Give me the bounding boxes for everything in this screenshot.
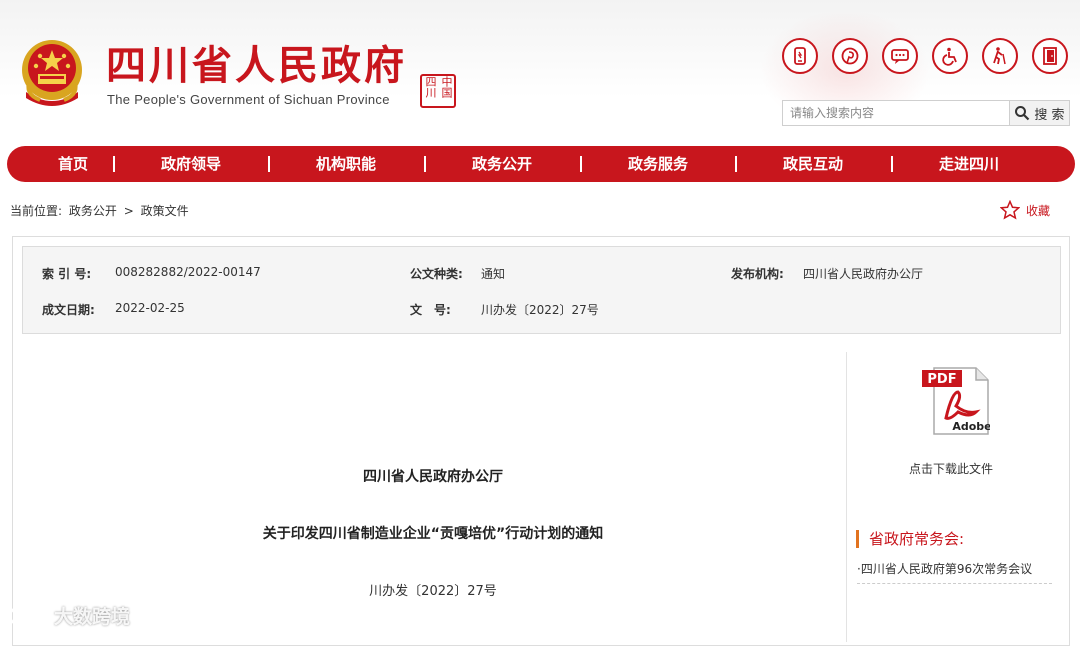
exit-icon[interactable]	[1032, 38, 1068, 74]
site-subtitle: The People's Government of Sichuan Provi…	[107, 92, 390, 107]
watermark: 大数跨境	[8, 601, 130, 629]
star-icon	[1000, 200, 1020, 220]
document-issuer: 四川省人民政府办公厅	[363, 469, 503, 485]
document-title: 关于印发四川省制造业企业“贡嘎培优”行动计划的通知	[262, 526, 604, 542]
document-meta: 索 引 号: 008282882/2022-00147 公文种类: 通知 发布机…	[22, 246, 1061, 334]
document-number: 川办发〔2022〕27号	[369, 584, 497, 599]
nav-item-home[interactable]: 首页	[51, 154, 95, 174]
national-emblem-icon	[22, 40, 82, 106]
watermark-logo-icon	[8, 603, 46, 626]
nav-separator	[580, 156, 582, 172]
nav-separator	[735, 156, 737, 172]
nav-separator	[424, 156, 426, 172]
nav-separator	[268, 156, 270, 172]
china-sichuan-seal: 中国四川	[420, 74, 456, 108]
pdf-brand-text: Adobe	[952, 420, 990, 433]
accessibility-icon[interactable]	[932, 38, 968, 74]
elderly-icon[interactable]	[982, 38, 1018, 74]
meta-type-value: 通知	[481, 267, 506, 281]
meeting-divider	[857, 583, 1052, 584]
meta-index-value: 008282882/2022-00147	[115, 265, 261, 279]
meta-date-value: 2022-02-25	[115, 301, 185, 315]
tool-icons-bar	[782, 38, 1068, 74]
nav-separator	[113, 156, 115, 172]
mobile-icon[interactable]	[782, 38, 818, 74]
meta-publisher-label: 发布机构:	[731, 267, 784, 281]
nav-separator	[891, 156, 893, 172]
nav-item-leaders[interactable]: 政府领导	[157, 154, 225, 174]
favorite-button[interactable]: 收藏	[1000, 200, 1050, 220]
breadcrumb-item-policy-docs[interactable]: 政策文件	[141, 204, 189, 218]
search-icon	[1015, 106, 1030, 121]
favorite-label: 收藏	[1026, 203, 1051, 218]
nav-item-interaction[interactable]: 政民互动	[779, 154, 847, 174]
nav-item-gov-affairs[interactable]: 政务公开	[468, 154, 536, 174]
search-button[interactable]: 搜 索	[1009, 101, 1069, 125]
meta-publisher-value: 四川省人民政府办公厅	[803, 267, 924, 281]
meta-date-label: 成文日期:	[42, 303, 95, 317]
search-box: 搜 索	[782, 100, 1070, 126]
meta-index-label: 索 引 号:	[42, 267, 92, 281]
breadcrumb-item-gov-affairs[interactable]: 政务公开	[69, 204, 117, 218]
pdf-badge-text: PDF	[927, 372, 956, 387]
nav-item-about-sichuan[interactable]: 走进四川	[935, 154, 1003, 174]
pdf-download-icon[interactable]: PDF Adobe	[920, 364, 990, 436]
breadcrumb-prefix: 当前位置:	[10, 204, 63, 218]
pinterest-icon[interactable]	[832, 38, 868, 74]
meta-docno-value: 川办发〔2022〕27号	[481, 303, 599, 317]
meeting-section-title: 省政府常务会:	[856, 530, 964, 548]
breadcrumb: 当前位置: 政务公开 > 政策文件	[10, 202, 192, 219]
search-button-label: 搜 索	[1034, 107, 1065, 123]
main-nav: 首页 政府领导 机构职能 政务公开 政务服务 政民互动 走进四川	[7, 146, 1075, 182]
meeting-link[interactable]: ·四川省人民政府第96次常务会议	[857, 560, 1032, 577]
nav-item-agencies[interactable]: 机构职能	[312, 154, 380, 174]
nav-item-services[interactable]: 政务服务	[624, 154, 692, 174]
search-input[interactable]	[783, 101, 1009, 125]
meta-type-label: 公文种类:	[410, 267, 463, 281]
watermark-text: 大数跨境	[54, 605, 131, 628]
message-icon[interactable]	[882, 38, 918, 74]
site-title[interactable]: 四川省人民政府	[106, 42, 407, 90]
pdf-download-link[interactable]: 点击下载此文件	[909, 460, 993, 477]
breadcrumb-separator: >	[123, 204, 134, 218]
meta-docno-label: 文 号:	[410, 303, 451, 317]
